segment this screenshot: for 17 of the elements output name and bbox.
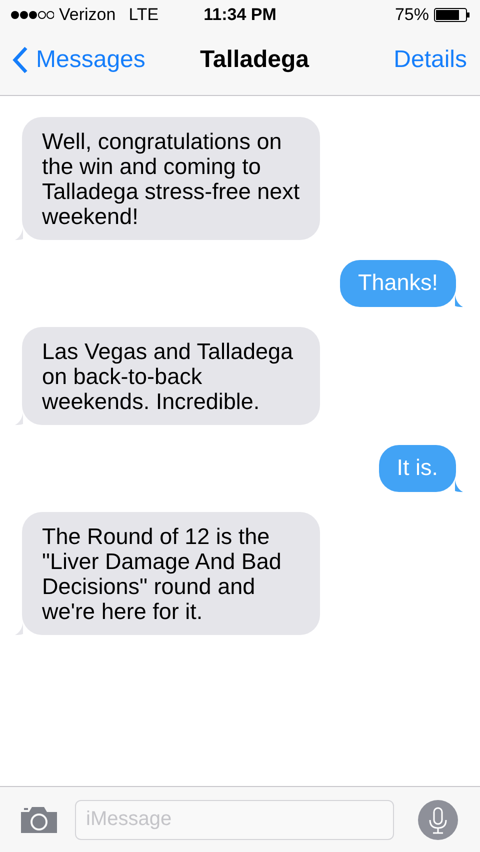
details-link[interactable]: Details: [394, 46, 467, 74]
chevron-left-icon: [12, 46, 28, 74]
bubble-tail: [455, 480, 463, 492]
bubble-tail: [15, 623, 23, 635]
conversation-title: Talladega: [200, 46, 309, 74]
microphone-icon[interactable]: [418, 800, 458, 840]
back-link[interactable]: Messages: [12, 46, 146, 74]
camera-icon[interactable]: [19, 804, 59, 834]
signal-icon: [10, 10, 54, 20]
carrier-name: Verizon: [59, 5, 116, 25]
clock-time: 11:34 PM: [204, 5, 276, 25]
battery-icon: [434, 8, 470, 22]
battery-percent: 75%: [394, 5, 429, 25]
bubble-tail: [15, 413, 23, 425]
network-type: LTE: [128, 5, 159, 25]
bubble-tail: [15, 228, 23, 240]
bubble-tail: [455, 295, 463, 307]
